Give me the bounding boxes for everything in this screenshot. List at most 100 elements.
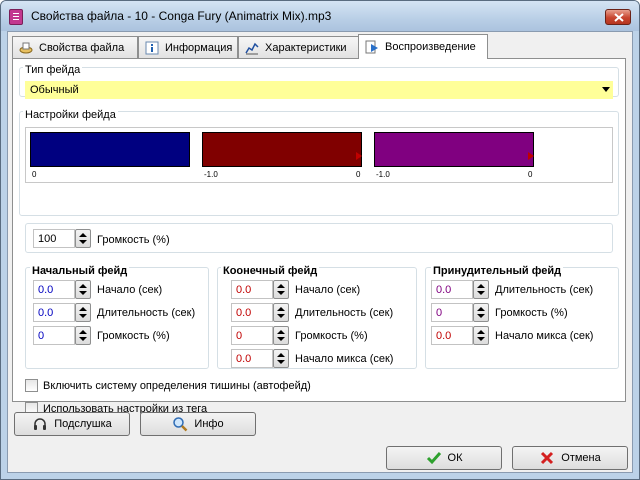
- info-button[interactable]: Инфо: [140, 412, 256, 436]
- forced-fade-mix-start-value: 0.0: [436, 330, 452, 342]
- fade-in-title: Начальный фейд: [30, 265, 130, 277]
- forced-fade-mix-start-spin-button[interactable]: [473, 326, 489, 345]
- fade-out-start-stepper[interactable]: 0.0: [231, 280, 289, 299]
- forced-fade-title: Принудительный фейд: [431, 265, 564, 277]
- window-title: Свойства файла - 10 - Conga Fury (Animat…: [31, 9, 332, 23]
- fade-out-title: Коонечный фейд: [221, 265, 320, 277]
- fade-type-value: Обычный: [30, 84, 79, 96]
- tab-label: Характеристики: [265, 41, 347, 54]
- fade-in-volume-stepper[interactable]: 0: [33, 326, 91, 345]
- tab-label: Информация: [165, 41, 233, 54]
- fade-in-volume-value: 0: [38, 330, 45, 342]
- fade-in-volume-spin-button[interactable]: [75, 326, 91, 345]
- fade-out-mix-start-spin-button[interactable]: [273, 349, 289, 368]
- fade-type-select[interactable]: Обычный: [25, 81, 613, 99]
- fade-out-volume-label: Громкость (%): [295, 330, 368, 342]
- fade-out-duration-label: Длительность (сек): [295, 307, 394, 319]
- tab-file-properties[interactable]: Свойства файла: [12, 36, 138, 58]
- fade-in-duration-value: 0.0: [38, 307, 54, 319]
- fade-out-start-label: Начало (сек): [295, 284, 361, 296]
- preview-button-label: Подслушка: [54, 418, 112, 430]
- fade-out-start-spin-button[interactable]: [273, 280, 289, 299]
- cancel-x-icon: [539, 450, 555, 466]
- fade-out-duration-value: 0.0: [236, 307, 252, 319]
- fade-out-duration-input[interactable]: 0.0: [231, 303, 273, 322]
- file-properties-icon: [19, 41, 33, 55]
- forced-fade-volume-stepper[interactable]: 0: [431, 303, 489, 322]
- forced-fade-duration-stepper[interactable]: 0.0: [431, 280, 489, 299]
- volume-input[interactable]: 100: [33, 229, 75, 248]
- close-button[interactable]: [605, 9, 631, 25]
- tab-label: Свойства файла: [39, 41, 125, 54]
- tab-information[interactable]: Информация: [138, 36, 238, 58]
- forced-fade-volume-spin-button[interactable]: [473, 303, 489, 322]
- headphones-icon: [32, 416, 48, 432]
- fade-in-volume-label: Громкость (%): [97, 330, 170, 342]
- fade-out-tick-left: -1.0: [204, 170, 218, 179]
- chart-icon: [245, 41, 259, 55]
- fade-out-marker: [356, 152, 362, 160]
- forced-fade-duration-spin-button[interactable]: [473, 280, 489, 299]
- info-icon: [145, 41, 159, 55]
- checkmark-icon: [426, 450, 442, 466]
- forced-fade-duration-input[interactable]: 0.0: [431, 280, 473, 299]
- fade-out-duration-stepper[interactable]: 0.0: [231, 303, 289, 322]
- fade-out-mix-start-input[interactable]: 0.0: [231, 349, 273, 368]
- fade-in-start-input[interactable]: 0.0: [33, 280, 75, 299]
- fade-out-duration-spin-button[interactable]: [273, 303, 289, 322]
- forced-fade-tick-right: 0: [528, 170, 533, 179]
- fade-out-volume-stepper[interactable]: 0: [231, 326, 289, 345]
- fade-out-tick-right: 0: [356, 170, 361, 179]
- fade-out-start-input[interactable]: 0.0: [231, 280, 273, 299]
- close-icon: [614, 13, 624, 22]
- cancel-button-label: Отмена: [561, 452, 601, 464]
- magnifier-icon: [172, 416, 188, 432]
- forced-fade-tick-left: -1.0: [376, 170, 390, 179]
- fade-out-volume-spin-button[interactable]: [273, 326, 289, 345]
- fade-out-curve[interactable]: [202, 132, 362, 167]
- forced-fade-mix-start-stepper[interactable]: 0.0: [431, 326, 489, 345]
- forced-fade-mix-start-input[interactable]: 0.0: [431, 326, 473, 345]
- forced-fade-volume-value: 0: [436, 307, 443, 319]
- tab-playback[interactable]: Воспроизведение: [358, 34, 488, 59]
- fade-out-volume-input[interactable]: 0: [231, 326, 273, 345]
- volume-label: Громкость (%): [97, 234, 170, 246]
- chevron-down-icon: [602, 87, 610, 92]
- forced-fade-mix-start-label: Начало микса (сек): [495, 330, 594, 342]
- fade-in-start-label: Начало (сек): [97, 284, 163, 296]
- fade-in-start-stepper[interactable]: 0.0: [33, 280, 91, 299]
- fade-out-mix-start-stepper[interactable]: 0.0: [231, 349, 289, 368]
- fade-in-curve[interactable]: [30, 132, 190, 167]
- fade-in-start-spin-button[interactable]: [75, 280, 91, 299]
- tab-characteristics[interactable]: Характеристики: [238, 36, 360, 58]
- silence-detection-checkbox[interactable]: [25, 379, 38, 392]
- volume-spin-button[interactable]: [75, 229, 91, 248]
- ok-button[interactable]: ОК: [386, 446, 502, 470]
- fade-out-volume-value: 0: [236, 330, 243, 342]
- forced-fade-duration-label: Длительность (сек): [495, 284, 594, 296]
- fade-in-duration-stepper[interactable]: 0.0: [33, 303, 91, 322]
- fade-out-mix-start-label: Начало микса (сек): [295, 353, 394, 365]
- info-button-label: Инфо: [194, 418, 224, 430]
- volume-stepper[interactable]: 100: [33, 229, 91, 248]
- fade-in-volume-input[interactable]: 0: [33, 326, 75, 345]
- fade-in-start-value: 0.0: [38, 284, 54, 296]
- ok-button-label: ОК: [447, 452, 463, 464]
- forced-fade-volume-label: Громкость (%): [495, 307, 568, 319]
- forced-fade-volume-input[interactable]: 0: [431, 303, 473, 322]
- title-bar[interactable]: Свойства файла - 10 - Conga Fury (Animat…: [1, 1, 639, 31]
- playback-icon: [365, 40, 379, 54]
- fade-in-duration-input[interactable]: 0.0: [33, 303, 75, 322]
- playback-page: Тип фейда Обычный Настройки фейда 0 -1.0…: [12, 58, 626, 415]
- cancel-button[interactable]: Отмена: [512, 446, 628, 470]
- tab-label: Воспроизведение: [385, 41, 476, 53]
- document-icon: [9, 9, 23, 25]
- forced-fade-curve[interactable]: [374, 132, 534, 167]
- fade-settings-label: Настройки фейда: [23, 109, 118, 121]
- fade-in-tick-left: 0: [32, 170, 37, 179]
- fade-out-mix-start-value: 0.0: [236, 353, 252, 365]
- fade-in-duration-spin-button[interactable]: [75, 303, 91, 322]
- preview-button[interactable]: Подслушка: [14, 412, 130, 436]
- silence-detection-label: Включить систему определения тишины (авт…: [43, 380, 311, 392]
- forced-fade-marker: [528, 152, 534, 160]
